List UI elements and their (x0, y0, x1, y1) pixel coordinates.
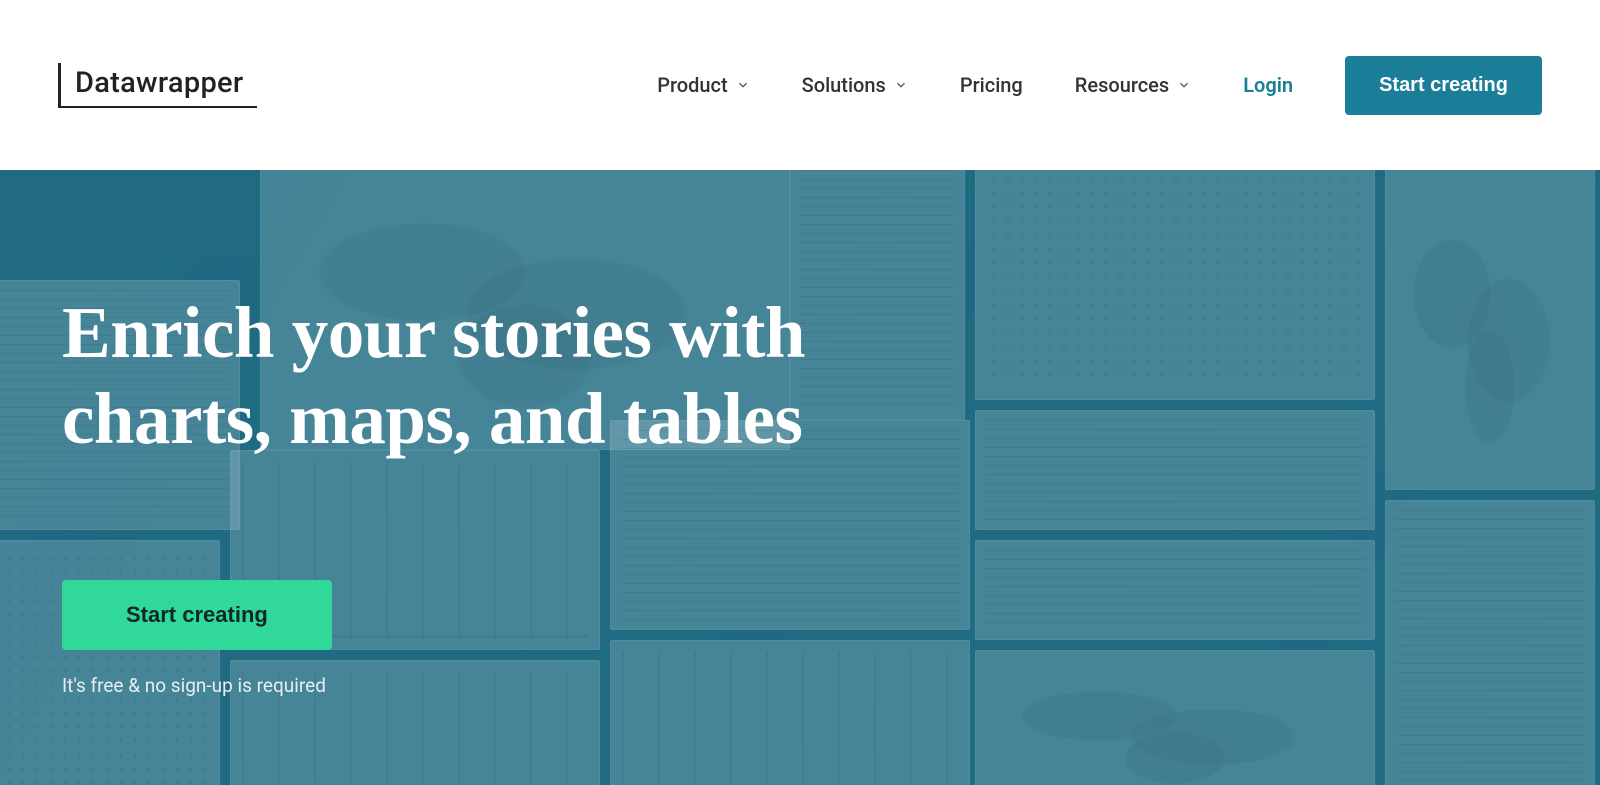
nav-item-product[interactable]: Product (657, 73, 749, 97)
chevron-down-icon (1177, 78, 1191, 92)
nav-label: Resources (1075, 73, 1169, 97)
chevron-down-icon (736, 78, 750, 92)
login-link[interactable]: Login (1243, 73, 1293, 97)
nav-label: Product (657, 73, 727, 97)
nav-label: Solutions (802, 73, 886, 97)
hero-content: Enrich your stories with charts, maps, a… (0, 170, 900, 697)
primary-nav: Product Solutions Pricing Resources Logi… (657, 56, 1542, 115)
start-creating-button[interactable]: Start creating (1345, 56, 1542, 115)
site-header: Datawrapper Product Solutions Pricing Re… (0, 0, 1600, 170)
hero-headline: Enrich your stories with charts, maps, a… (62, 290, 900, 462)
chevron-down-icon (894, 78, 908, 92)
nav-label: Pricing (960, 73, 1023, 97)
nav-item-solutions[interactable]: Solutions (802, 73, 908, 97)
hero-subtext: It's free & no sign-up is required (62, 674, 900, 697)
brand-logo[interactable]: Datawrapper (58, 63, 257, 108)
nav-item-pricing[interactable]: Pricing (960, 73, 1023, 97)
hero-section: Enrich your stories with charts, maps, a… (0, 170, 1600, 785)
hero-start-creating-button[interactable]: Start creating (62, 580, 332, 650)
nav-item-resources[interactable]: Resources (1075, 73, 1191, 97)
